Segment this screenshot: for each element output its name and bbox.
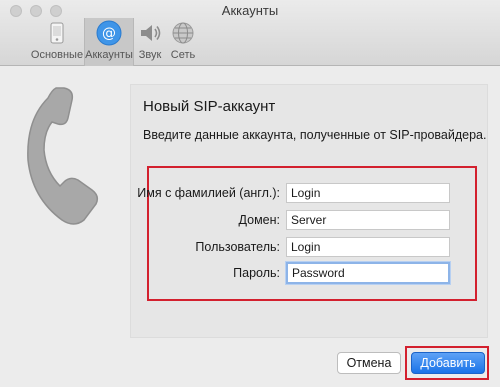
tab-sound-label: Звук [138, 49, 162, 61]
password-field[interactable] [286, 262, 450, 284]
tab-general[interactable]: Основные [30, 18, 84, 66]
preferences-window: Аккаунты Основные @ Аккаунты Звук Сеть Н… [0, 0, 500, 387]
domain-field[interactable] [286, 210, 450, 230]
tab-sound[interactable]: Звук [135, 18, 165, 66]
cancel-button[interactable]: Отмена [337, 352, 401, 374]
tab-network[interactable]: Сеть [167, 18, 199, 66]
password-label: Пароль: [233, 266, 280, 280]
general-icon [44, 20, 70, 46]
toolbar: Аккаунты Основные @ Аккаунты Звук Сеть [0, 0, 500, 66]
phone-icon [18, 80, 118, 230]
tab-accounts-label: Аккаунты [85, 49, 133, 61]
at-icon: @ [96, 20, 122, 46]
panel-description: Введите данные аккаунта, полученные от S… [143, 128, 487, 142]
speaker-icon [137, 20, 163, 46]
tab-accounts[interactable]: @ Аккаунты [84, 18, 134, 66]
svg-text:@: @ [102, 26, 116, 42]
globe-icon [170, 20, 196, 46]
add-button[interactable]: Добавить [411, 352, 485, 374]
fullname-label: Имя с фамилией (англ.): [137, 186, 280, 200]
window-title: Аккаунты [221, 3, 279, 18]
fullname-field[interactable] [286, 183, 450, 203]
tab-general-label: Основные [30, 49, 84, 61]
tab-network-label: Сеть [170, 49, 196, 61]
user-label: Пользователь: [195, 240, 280, 254]
panel-title: Новый SIP-аккаунт [143, 98, 276, 115]
domain-label: Домен: [238, 213, 280, 227]
user-field[interactable] [286, 237, 450, 257]
